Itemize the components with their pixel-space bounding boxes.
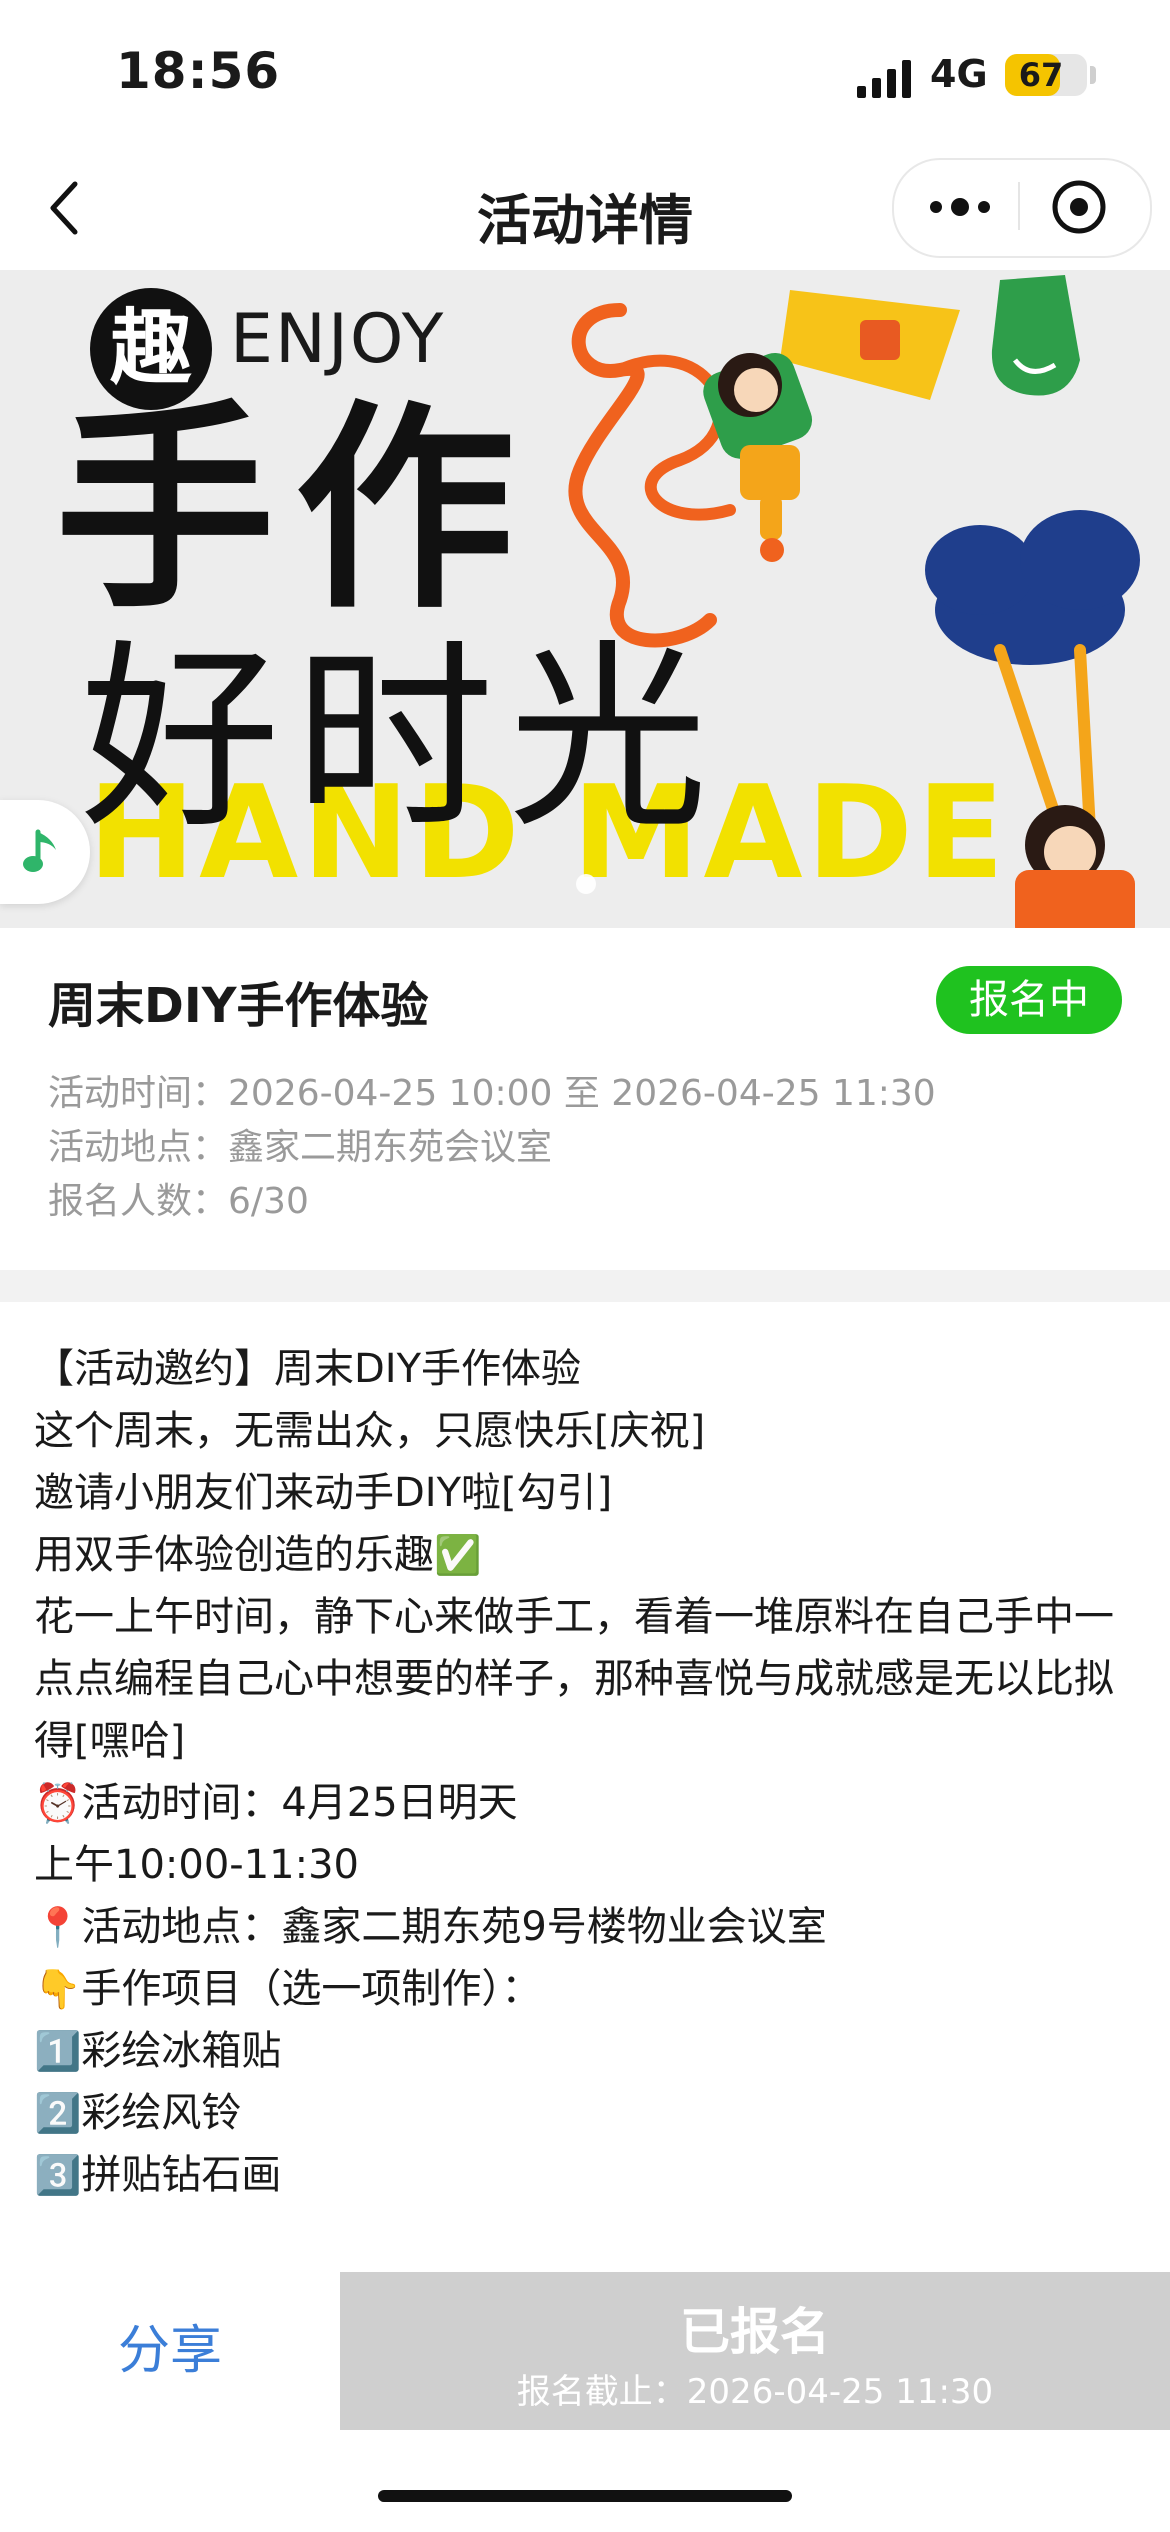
section-divider (0, 1270, 1170, 1302)
signal-icon (857, 60, 911, 98)
signed-up-label: 已报名 (680, 2303, 830, 2361)
close-miniprogram-icon[interactable] (1050, 178, 1108, 236)
event-count-row: 报名人数：6/30 (48, 1172, 309, 1224)
event-time-label: 活动时间： (48, 1073, 229, 1114)
location-pin-icon: 📍 (34, 1905, 82, 1949)
carousel-dot[interactable] (576, 874, 596, 894)
status-time: 18:56 (116, 42, 281, 100)
pointing-down-icon: 👇 (34, 1967, 82, 2011)
deadline-label: 报名截止：2026-04-25 11:30 (516, 2372, 994, 2412)
desc-line: 上午10:00-11:30 (34, 1842, 359, 1888)
event-time-value: 2026-04-25 10:00 至 2026-04-25 11:30 (228, 1073, 936, 1114)
desc-text: 用双手体验创造的乐趣 (34, 1532, 434, 1578)
keycap-2-icon: 2️⃣ (34, 2091, 82, 2135)
battery-icon: 67 (1005, 54, 1087, 96)
more-icon[interactable] (920, 188, 1000, 226)
desc-line: 3️⃣拼贴钻石画 (34, 2144, 1144, 2206)
desc-line: ⏰活动时间：4月25日明天 (34, 1772, 1144, 1834)
capsule-divider (1018, 182, 1020, 230)
home-indicator (378, 2490, 792, 2502)
banner-title-1: 手作 (55, 382, 536, 638)
desc-line: 1️⃣彩绘冰箱贴 (34, 2020, 1144, 2082)
event-title: 周末DIY手作体验 (48, 978, 429, 1034)
desc-paragraph: 花一上午时间，静下心来做手工，看着一堆原料在自己手中一点点编程自己心中想要的样子… (34, 1594, 1114, 1764)
battery-tip (1090, 66, 1096, 84)
desc-text: 手作项目（选一项制作）： (81, 1966, 542, 2012)
event-time-row: 活动时间：2026-04-25 10:00 至 2026-04-25 11:30 (48, 1064, 936, 1116)
desc-line: 用双手体验创造的乐趣✅ (34, 1524, 1144, 1586)
check-mark-icon: ✅ (434, 1533, 482, 1577)
signed-up-button[interactable]: 已报名 报名截止：2026-04-25 11:30 (340, 2272, 1170, 2430)
desc-text: 活动地点：鑫家二期东苑9号楼物业会议室 (81, 1904, 827, 1950)
desc-text: 活动时间：4月25日明天 (81, 1780, 518, 1826)
desc-text: 彩绘风铃 (81, 2090, 242, 2136)
keycap-1-icon: 1️⃣ (34, 2029, 82, 2073)
desc-text: 彩绘冰箱贴 (81, 2028, 282, 2074)
alarm-clock-icon: ⏰ (34, 1781, 82, 1825)
event-place-value: 鑫家二期东苑会议室 (228, 1127, 553, 1168)
music-note-icon (23, 829, 56, 872)
banner-enjoy: ENJOY (230, 300, 446, 379)
share-button[interactable]: 分享 (0, 2272, 340, 2430)
event-place-label: 活动地点： (48, 1127, 229, 1168)
desc-line: 这个周末，无需出众，只愿快乐[庆祝] (34, 1408, 706, 1454)
event-place-row: 活动地点：鑫家二期东苑会议室 (48, 1118, 552, 1170)
event-count-value: 6/30 (228, 1181, 309, 1222)
keycap-3-icon: 3️⃣ (34, 2153, 82, 2197)
network-type: 4G (930, 52, 988, 96)
banner-illustration (568, 275, 1140, 928)
status-badge: 报名中 (936, 966, 1122, 1034)
event-description: 【活动邀约】周末DIY手作体验 这个周末，无需出众，只愿快乐[庆祝] 邀请小朋友… (34, 1338, 1144, 2206)
desc-line: 📍活动地点：鑫家二期东苑9号楼物业会议室 (34, 1896, 1144, 1958)
desc-line: 【活动邀约】周末DIY手作体验 (34, 1346, 582, 1392)
battery-percent: 67 (1018, 56, 1064, 94)
desc-text: 拼贴钻石画 (81, 2152, 282, 2198)
event-count-label: 报名人数： (48, 1181, 229, 1222)
desc-line: 2️⃣彩绘风铃 (34, 2082, 1144, 2144)
desc-line: 👇手作项目（选一项制作）： (34, 1958, 1144, 2020)
desc-line: 邀请小朋友们来动手DIY啦[勾引] (34, 1470, 613, 1516)
